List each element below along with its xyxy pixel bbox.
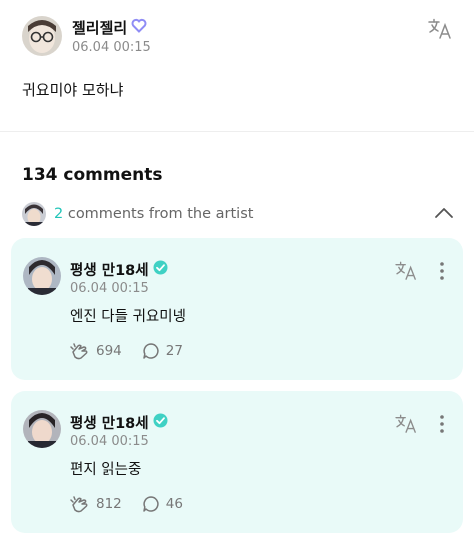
- more-options-button[interactable]: [438, 414, 446, 438]
- artist-comments-toggle[interactable]: 2 comments from the artist: [22, 201, 458, 227]
- collapse-button[interactable]: [434, 205, 454, 224]
- more-vertical-icon: [440, 262, 444, 280]
- comment-bubble-icon: [143, 496, 159, 512]
- reply-count: 27: [165, 343, 183, 359]
- artist-comment-card: 평생 만18세 06.04 00:15 엔진 다들 귀요미넹 694 27: [11, 238, 463, 380]
- comment-body: 편지 읽는중: [70, 462, 142, 478]
- comments-count: 134 comments: [22, 165, 163, 185]
- comment-bubble-icon: [143, 343, 159, 359]
- comment-actions: 694 27: [70, 342, 203, 360]
- post: 젤리젤리 06.04 00:15 귀요미야 모하냐: [0, 0, 474, 132]
- comment-body: 엔진 다들 귀요미넹: [70, 309, 186, 325]
- fan-badge-icon: [131, 18, 147, 37]
- like-count: 694: [96, 343, 122, 359]
- translate-button[interactable]: [428, 18, 454, 44]
- more-options-button[interactable]: [438, 261, 446, 285]
- comment-timestamp: 06.04 00:15: [70, 281, 149, 296]
- translate-icon: [428, 18, 451, 39]
- verified-icon: [153, 413, 168, 432]
- artist-comments-label: 2 comments from the artist: [54, 206, 254, 222]
- translate-icon: [395, 261, 416, 280]
- reply-count: 46: [165, 496, 183, 512]
- reply-button[interactable]: 27: [142, 342, 183, 360]
- commenter-name[interactable]: 평생 만18세: [70, 259, 168, 280]
- cheer-hand-icon: [70, 343, 88, 360]
- like-button[interactable]: 694: [70, 342, 122, 360]
- verified-icon: [153, 260, 168, 279]
- post-author-avatar[interactable]: [22, 16, 62, 56]
- translate-icon: [395, 414, 416, 433]
- commenter-avatar[interactable]: [23, 257, 61, 295]
- more-vertical-icon: [440, 415, 444, 433]
- artist-avatar: [22, 202, 46, 226]
- commenter-avatar[interactable]: [23, 410, 61, 448]
- chevron-up-icon: [435, 208, 453, 218]
- like-button[interactable]: 812: [70, 495, 122, 513]
- translate-button[interactable]: [395, 261, 419, 285]
- commenter-name[interactable]: 평생 만18세: [70, 412, 168, 433]
- like-count: 812: [96, 496, 122, 512]
- post-author-name[interactable]: 젤리젤리: [72, 17, 147, 38]
- translate-button[interactable]: [395, 414, 419, 438]
- post-timestamp: 06.04 00:15: [72, 40, 151, 55]
- cheer-hand-icon: [70, 496, 88, 513]
- reply-button[interactable]: 46: [142, 495, 183, 513]
- post-body: 귀요미야 모하냐: [22, 81, 124, 99]
- comment-actions: 812 46: [70, 495, 203, 513]
- artist-comment-card: 평생 만18세 06.04 00:15 편지 읽는중 812 46: [11, 391, 463, 533]
- comment-timestamp: 06.04 00:15: [70, 434, 149, 449]
